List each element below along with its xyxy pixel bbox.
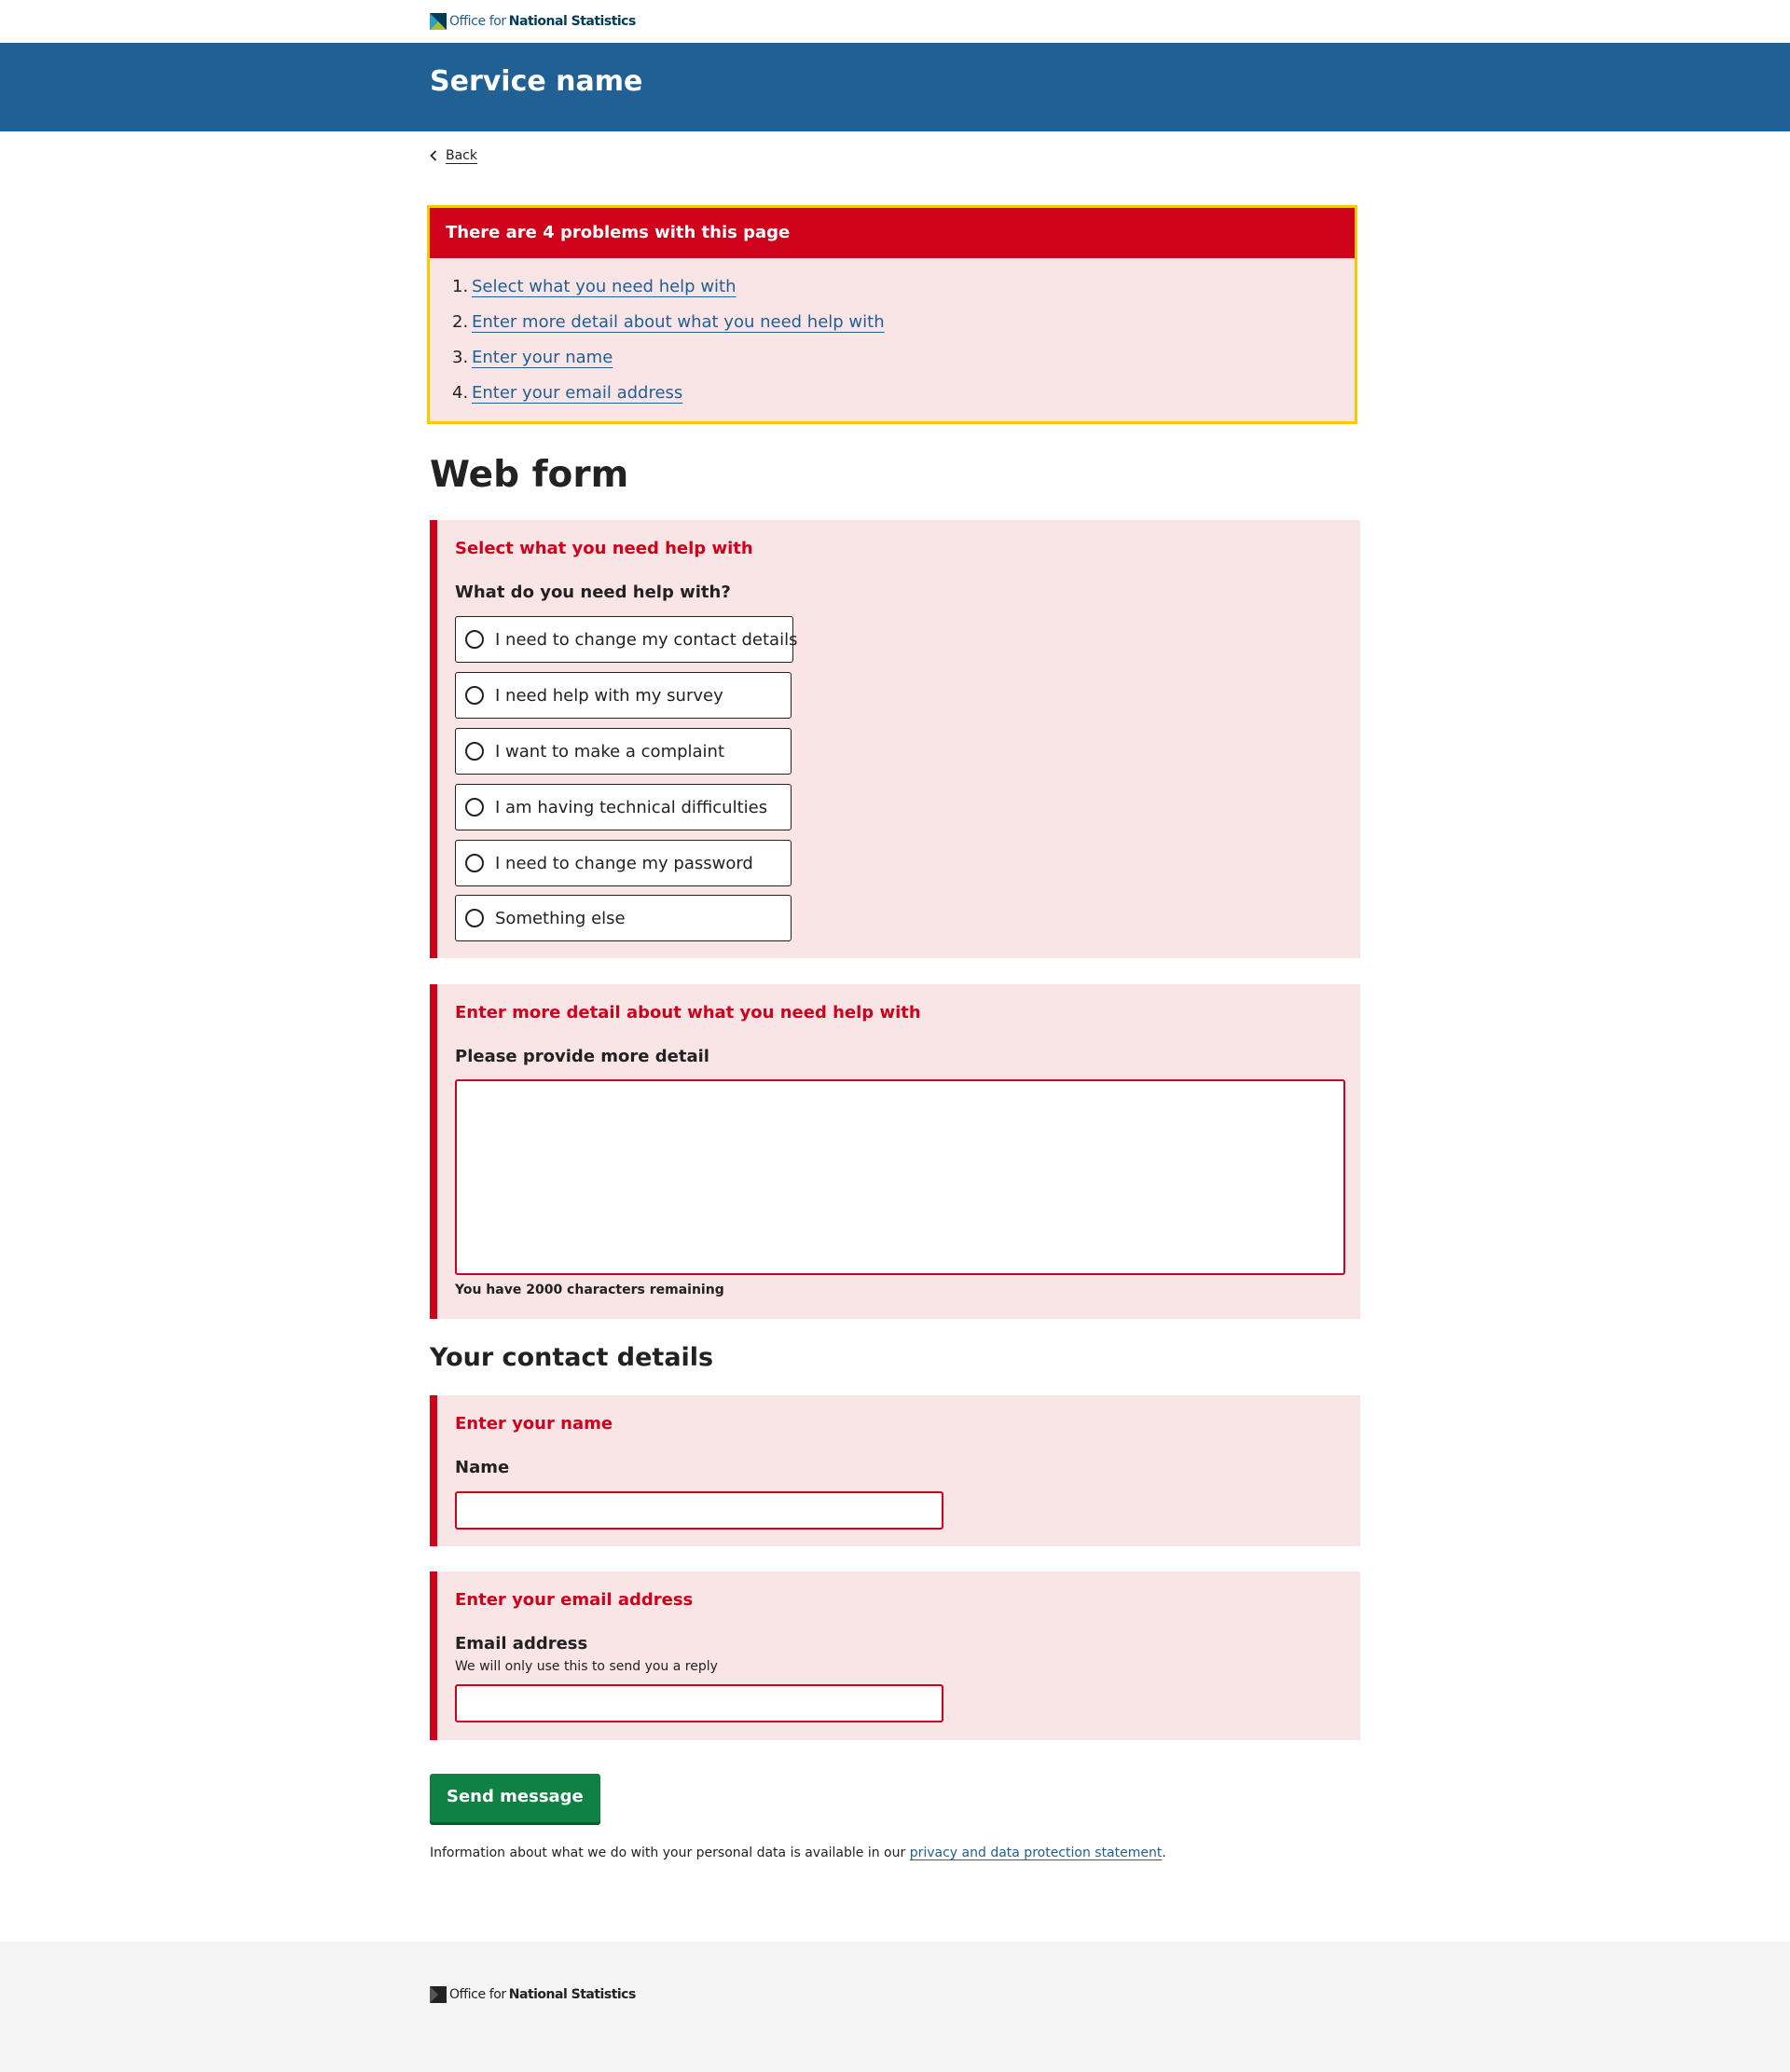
privacy-statement-link[interactable]: privacy and data protection statement — [910, 1846, 1163, 1860]
ons-logo[interactable]: Office for National Statistics — [430, 12, 636, 31]
email-error-message: Enter your email address — [455, 1590, 694, 1610]
error-summary-item: 3. Enter your name — [430, 340, 1355, 376]
error-summary-item: 4. Enter your email address — [430, 376, 1355, 411]
radio-help-with-survey[interactable]: I need help with my survey — [455, 672, 792, 719]
error-link-email[interactable]: Enter your email address — [472, 383, 682, 403]
character-counter: You have 2000 characters remaining — [455, 1283, 724, 1297]
radio-circle-icon — [465, 854, 484, 872]
service-name[interactable]: Service name — [430, 65, 642, 98]
logo-ons-text: National Statistics — [508, 1987, 637, 2002]
email-label: Email address — [455, 1634, 588, 1653]
ons-logo-icon — [430, 1986, 447, 2003]
error-link-name[interactable]: Enter your name — [472, 348, 613, 367]
send-message-button[interactable]: Send message — [430, 1774, 600, 1822]
radio-circle-icon — [465, 742, 484, 761]
error-summary-title: There are 4 problems with this page — [430, 208, 1355, 258]
email-hint: We will only use this to send you a repl… — [455, 1659, 718, 1674]
masthead: Office for National Statistics — [0, 0, 1790, 43]
help-type-error-message: Select what you need help with — [455, 539, 753, 558]
error-summary-item: 2. Enter more detail about what you need … — [430, 305, 1355, 340]
radio-label: I am having technical difficulties — [495, 797, 768, 817]
radio-label: I need to change my password — [495, 853, 753, 873]
back-link-label: Back — [446, 148, 477, 163]
more-detail-error-panel: Enter more detail about what you need he… — [430, 984, 1360, 1319]
privacy-suffix: . — [1162, 1846, 1166, 1860]
more-detail-error-message: Enter more detail about what you need he… — [455, 1003, 921, 1022]
back-link[interactable]: Back — [430, 148, 477, 163]
radio-label: I need to change my contact details — [495, 629, 798, 650]
error-item-number: 4. — [452, 383, 469, 403]
error-item-number: 3. — [452, 348, 469, 367]
radio-label: I need help with my survey — [495, 685, 723, 706]
radio-something-else[interactable]: Something else — [455, 895, 792, 941]
radio-label: Something else — [495, 908, 626, 928]
radio-circle-icon — [465, 798, 484, 816]
privacy-text: Information about what we do with your p… — [430, 1846, 910, 1860]
name-error-message: Enter your name — [455, 1414, 613, 1434]
name-error-panel: Enter your name Name — [430, 1395, 1360, 1546]
ons-logo-icon — [430, 13, 447, 30]
name-label: Name — [455, 1458, 510, 1477]
more-detail-textarea[interactable] — [455, 1079, 1345, 1275]
chevron-left-icon — [430, 150, 437, 161]
help-type-legend: What do you need help with? — [455, 583, 731, 602]
radio-circle-icon — [465, 686, 484, 705]
logo-office-text: Office for — [449, 14, 506, 29]
error-link-help-type[interactable]: Select what you need help with — [472, 277, 737, 296]
radio-label: I want to make a complaint — [495, 741, 725, 762]
service-header: Service name — [0, 43, 1790, 131]
error-summary-list: 1. Select what you need help with 2. Enter… — [430, 258, 1355, 411]
error-item-number: 1. — [452, 277, 469, 296]
logo-office-text: Office for — [449, 1987, 506, 2002]
email-error-panel: Enter your email address Email address W… — [430, 1571, 1360, 1740]
help-type-error-panel: Select what you need help with What do y… — [430, 520, 1360, 958]
error-summary-item: 1. Select what you need help with — [430, 269, 1355, 305]
email-input[interactable] — [455, 1684, 943, 1722]
footer: Office for National Statistics — [0, 1942, 1790, 2072]
error-summary: There are 4 problems with this page 1. Se… — [427, 205, 1357, 424]
radio-change-password[interactable]: I need to change my password — [455, 840, 792, 886]
page-title: Web form — [430, 454, 629, 496]
more-detail-label: Please provide more detail — [455, 1047, 709, 1066]
radio-technical-difficulties[interactable]: I am having technical difficulties — [455, 784, 792, 830]
footer-ons-logo[interactable]: Office for National Statistics — [430, 1985, 636, 2004]
logo-ons-text: National Statistics — [508, 14, 637, 29]
privacy-notice: Information about what we do with your p… — [430, 1846, 1166, 1860]
contact-details-heading: Your contact details — [430, 1343, 714, 1372]
error-item-number: 2. — [452, 312, 469, 332]
radio-circle-icon — [465, 909, 484, 927]
name-input[interactable] — [455, 1491, 943, 1530]
radio-make-complaint[interactable]: I want to make a complaint — [455, 728, 792, 775]
error-link-more-detail[interactable]: Enter more detail about what you need he… — [472, 312, 885, 332]
radio-circle-icon — [465, 630, 484, 649]
radio-change-contact-details[interactable]: I need to change my contact details — [455, 616, 797, 663]
